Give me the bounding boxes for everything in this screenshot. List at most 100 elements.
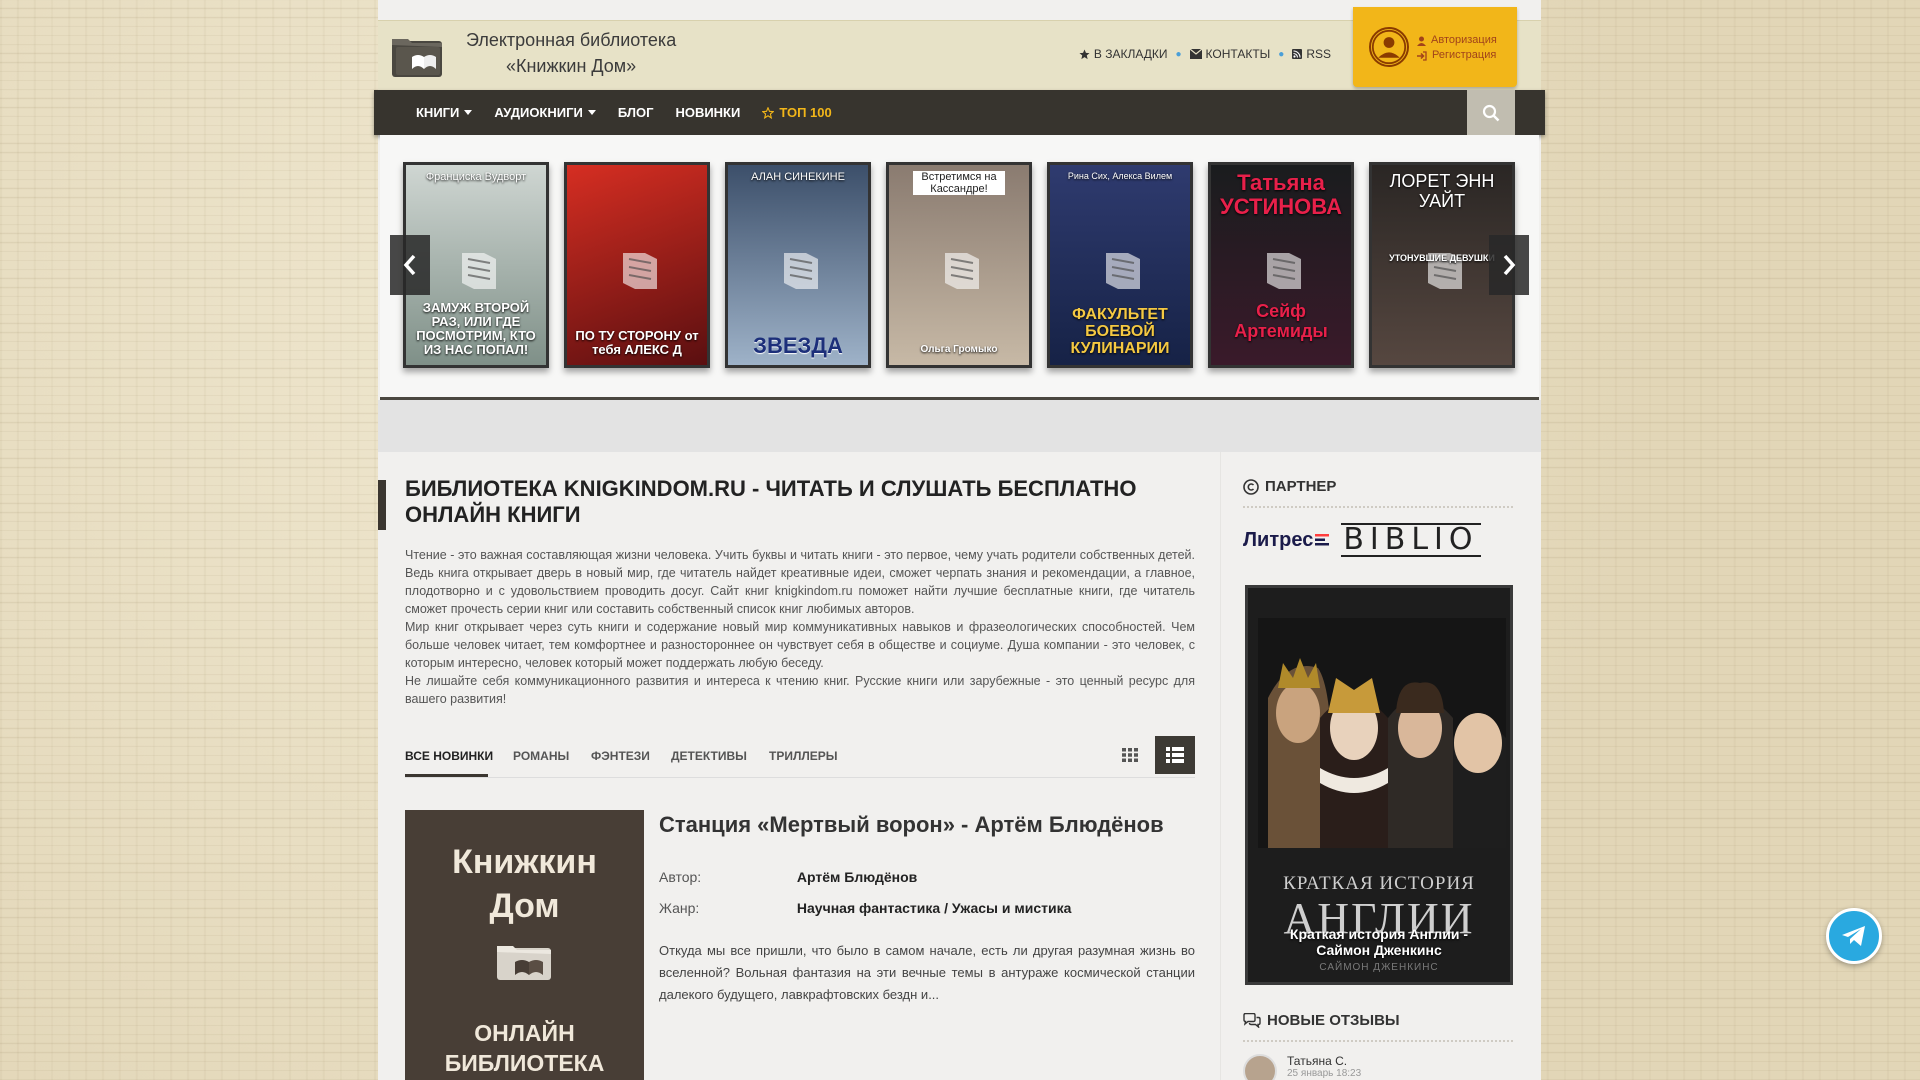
- book-placeholder-icon: [462, 253, 496, 289]
- carousel-book-cover[interactable]: АЛАН СИНЕКИНЕ ЗВЕЗДА: [725, 162, 871, 368]
- cover-author: Татьяна УСТИНОВА: [1220, 170, 1342, 219]
- reviewer-avatar: [1243, 1054, 1277, 1080]
- search-button[interactable]: [1467, 90, 1515, 135]
- reviews-title: НОВЫЕ ОТЗЫВЫ: [1267, 1012, 1400, 1029]
- cover-title: ПО ТУ СТОРОНУ от тебя АЛЕКС Д: [575, 328, 699, 357]
- site-container: Электронная библиотека «Книжкин Дом» В З…: [374, 0, 1545, 1080]
- cover-subtitle-line2: БИБЛИОТЕКА: [444, 1050, 605, 1076]
- folder-book-logo-icon[interactable]: [390, 31, 446, 81]
- top-links: В ЗАКЛАДКИ ● КОНТАКТЫ ● RSS: [1079, 47, 1331, 61]
- tab-novels[interactable]: РОМАНЫ: [513, 749, 569, 763]
- cover-author: АЛАН СИНЕКИНЕ: [751, 171, 845, 183]
- star-outline-icon: [762, 106, 775, 119]
- sidebar: ПАРТНЕР Литрес BIBLIO КРАТКАЯ ИСТОРИЯ АН…: [1220, 452, 1541, 1080]
- portraits-illustration: [1258, 618, 1506, 848]
- caret-down-icon: [464, 110, 473, 115]
- book-placeholder-icon: [1267, 253, 1301, 289]
- bookmarks-link[interactable]: В ЗАКЛАДКИ: [1079, 47, 1168, 61]
- nav-item-label: НОВИНКИ: [675, 105, 741, 120]
- register-label: Регистрация: [1432, 49, 1497, 61]
- partner-title: ПАРТНЕР: [1265, 478, 1337, 495]
- book-title-link[interactable]: Станция «Мертвый ворон» - Артём Блюдёнов: [659, 812, 1199, 838]
- promo-banner[interactable]: КРАТКАЯ ИСТОРИЯ АНГЛИИ Краткая история А…: [1245, 585, 1513, 985]
- bookmarks-label: В ЗАКЛАДКИ: [1093, 47, 1168, 61]
- star-icon: [1079, 48, 1090, 59]
- reviews-heading: НОВЫЕ ОТЗЫВЫ: [1243, 1012, 1400, 1029]
- carousel-book-cover[interactable]: Татьяна УСТИНОВА Сейф Артемиды: [1208, 162, 1354, 368]
- tab-detectives[interactable]: ДЕТЕКТИВЫ: [671, 749, 747, 763]
- list-view-button[interactable]: [1155, 736, 1195, 774]
- cover-title: ЗВЕЗДА: [753, 333, 843, 358]
- carousel-book-cover[interactable]: ПО ТУ СТОРОНУ от тебя АЛЕКС Д: [564, 162, 710, 368]
- promo-caption-line2: Саймон Дженкинс: [1316, 942, 1442, 958]
- genre-link[interactable]: Научная фантастика / Ужасы и мистика: [797, 900, 1072, 916]
- nav-item-blog[interactable]: БЛОГ: [618, 105, 654, 120]
- book-placeholder-icon: [784, 253, 818, 289]
- nav-item-audiobooks[interactable]: АУДИОКНИГИ: [494, 105, 596, 120]
- author-link[interactable]: Артём Блюдёнов: [797, 869, 917, 885]
- grid-icon: [1122, 748, 1138, 762]
- nav-item-books[interactable]: КНИГИ: [416, 105, 473, 120]
- title-accent-bar: [378, 480, 386, 530]
- main-nav: КНИГИ АУДИОКНИГИ БЛОГ НОВИНКИ ТОП 100: [374, 90, 1545, 135]
- search-icon: [1482, 104, 1500, 121]
- partner-heading: ПАРТНЕР: [1243, 478, 1336, 495]
- book-placeholder-icon: [623, 253, 657, 289]
- copyright-icon: [1243, 478, 1259, 495]
- main-content: БИБЛИОТЕКА KNIGKINDOM.RU - ЧИТАТЬ И СЛУШ…: [378, 452, 1220, 1080]
- user-icon: [1417, 36, 1426, 46]
- cover-author: Франциска Вудворт: [425, 171, 527, 183]
- biblio-logo[interactable]: BIBLIO: [1341, 523, 1481, 557]
- login-label: Авторизация: [1431, 34, 1497, 46]
- rss-link[interactable]: RSS: [1292, 47, 1331, 61]
- carousel-book-cover[interactable]: Встретимся на Кассандре! Ольга Громыко: [886, 162, 1032, 368]
- caret-down-icon: [587, 110, 596, 115]
- tab-thrillers[interactable]: ТРИЛЛЕРЫ: [769, 749, 838, 763]
- chevron-left-icon: [403, 254, 416, 276]
- auth-links: Авторизация Регистрация: [1417, 33, 1497, 63]
- telegram-button[interactable]: [1826, 908, 1882, 964]
- cover-author: Рина Сих, Алекса Вилем: [1067, 171, 1173, 181]
- nav-item-label: ТОП 100: [779, 105, 832, 120]
- book-card: Книжкин Дом ОНЛАЙН БИБЛИОТЕКА Станция «М…: [405, 810, 1195, 1080]
- book-card-cover[interactable]: Книжкин Дом ОНЛАЙН БИБЛИОТЕКА: [405, 810, 644, 1080]
- intro-paragraph: Мир книг открывает через суть книги и со…: [405, 620, 1195, 670]
- carousel-next-button[interactable]: [1489, 235, 1529, 295]
- login-link[interactable]: Авторизация: [1417, 33, 1497, 48]
- intro-paragraph: Чтение - это важная составляющая жизни ч…: [405, 548, 1195, 616]
- contacts-link[interactable]: КОНТАКТЫ: [1189, 47, 1270, 61]
- cover-title: ЗАМУЖ ВТОРОЙ РАЗ, ИЛИ ГДЕ ПОСМОТРИМ, КТО…: [416, 300, 536, 357]
- nav-item-new[interactable]: НОВИНКИ: [675, 105, 740, 120]
- site-title-line1: Электронная библиотека: [466, 30, 677, 50]
- reviewer-info: Татьяна С. 25 январь 18:23: [1287, 1054, 1361, 1079]
- partner-logos: Литрес BIBLIO: [1243, 520, 1513, 560]
- promo-big-line1: КРАТКАЯ ИСТОРИЯ: [1283, 873, 1475, 894]
- rss-icon: [1292, 49, 1303, 59]
- active-tab-underline: [405, 774, 488, 777]
- rss-label: RSS: [1306, 47, 1331, 61]
- auth-box: Авторизация Регистрация: [1353, 7, 1517, 87]
- genre-label: Жанр:: [659, 900, 700, 916]
- review-item[interactable]: Татьяна С. 25 январь 18:23: [1243, 1054, 1361, 1080]
- intro-text: Чтение - это важная составляющая жизни ч…: [405, 546, 1195, 708]
- nav-item-top100[interactable]: ТОП 100: [762, 105, 832, 120]
- user-avatar-icon[interactable]: [1369, 27, 1409, 67]
- carousel-book-cover[interactable]: Рина Сих, Алекса Вилем ФАКУЛЬТЕТ БОЕВОЙ …: [1047, 162, 1193, 368]
- genre-row: Жанр: Научная фантастика / Ужасы и мисти…: [659, 893, 1071, 924]
- intro-paragraph: Не лишайте себя коммуникационного развит…: [405, 674, 1195, 706]
- cover-brand: Книжкин Дом: [405, 840, 644, 928]
- tab-fantasy[interactable]: ФЭНТЕЗИ: [591, 749, 650, 763]
- register-link[interactable]: Регистрация: [1417, 48, 1497, 63]
- heading-divider: [1243, 506, 1513, 508]
- carousel-prev-button[interactable]: [390, 235, 430, 295]
- review-date: 25 январь 18:23: [1287, 1068, 1362, 1079]
- site-title[interactable]: Электронная библиотека «Книжкин Дом»: [466, 27, 696, 79]
- grid-view-button[interactable]: [1115, 740, 1145, 770]
- header: Электронная библиотека «Книжкин Дом» В З…: [378, 7, 1541, 90]
- promo-caption: Краткая история Англии - Саймон Дженкинс: [1248, 926, 1510, 958]
- tab-all-new[interactable]: ВСЕ НОВИНКИ: [405, 749, 493, 763]
- litres-logo[interactable]: Литрес: [1243, 529, 1330, 552]
- divider-band: [378, 400, 1541, 452]
- cover-subtitle-line1: ОНЛАЙН: [474, 1020, 575, 1046]
- separator-dot: ●: [1175, 48, 1182, 60]
